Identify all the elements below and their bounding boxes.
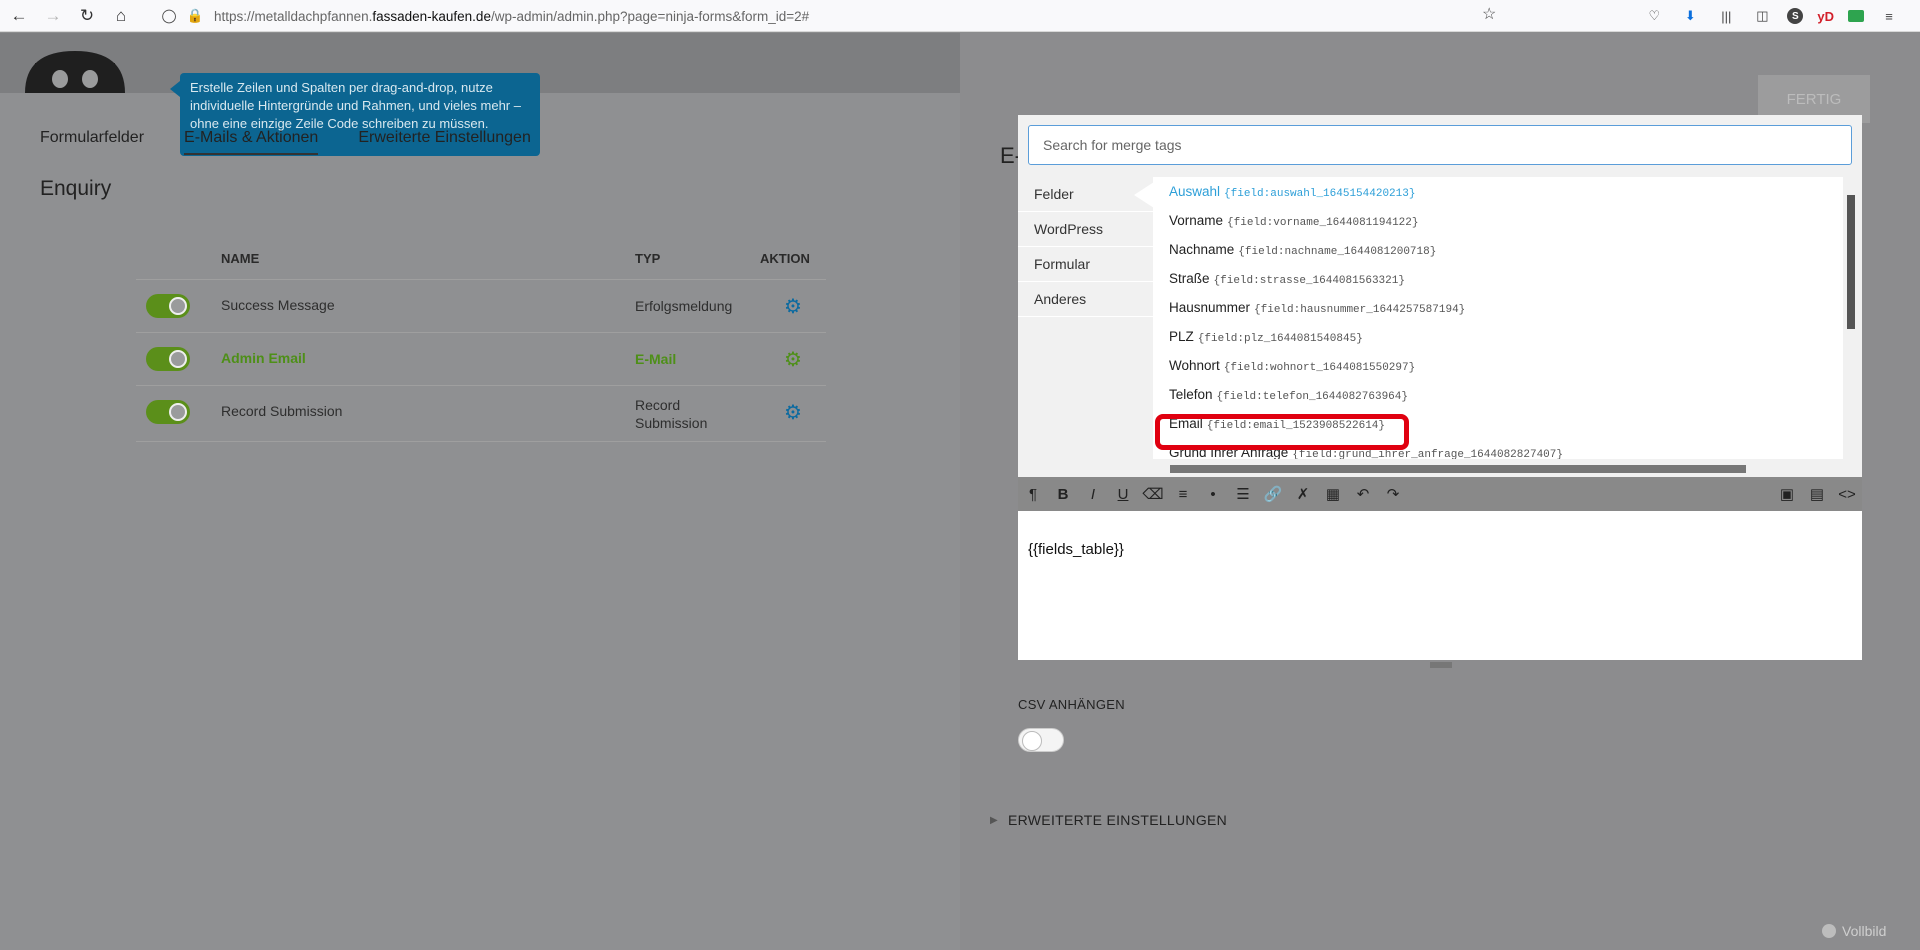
email-message-editor[interactable]: {{fields_table}} bbox=[1018, 511, 1862, 660]
category-felder[interactable]: Felder bbox=[1018, 177, 1154, 212]
action-type: Record Submission bbox=[635, 397, 708, 431]
form-tabs: Formularfelder E-Mails & Aktionen Erweit… bbox=[40, 129, 531, 155]
browser-toolbar: ← → ↻ ⌂ ◯ 🔒 https://metalldachpfannen.fa… bbox=[0, 0, 1920, 32]
back-icon[interactable]: ← bbox=[4, 1, 34, 31]
shield-icon[interactable]: ◯ bbox=[158, 8, 180, 24]
fullscreen-button[interactable]: Vollbild bbox=[1822, 923, 1886, 939]
italic-icon[interactable]: I bbox=[1078, 480, 1108, 508]
align-icon[interactable]: ☰ bbox=[1228, 480, 1258, 508]
action-active-toggle[interactable] bbox=[146, 400, 190, 424]
menu-icon[interactable]: ≡ bbox=[1878, 5, 1900, 27]
editor-toolbar: ¶ B I U ⌫ ≡ • ☰ 🔗 ✗ ▦ ↶ ↷ ▣ ▤ <> bbox=[1018, 477, 1862, 511]
merge-tag-item[interactable]: Nachname {field:nachname_1644081200718} bbox=[1153, 235, 1843, 264]
form-title: Enquiry bbox=[40, 177, 112, 200]
form-builder-main: Erstelle Zeilen und Spalten per drag-and… bbox=[0, 33, 960, 950]
header-typ: TYP bbox=[635, 251, 661, 266]
merge-tag-item[interactable]: Auswahl {field:auswahl_1645154420213} bbox=[1153, 177, 1843, 206]
gear-icon[interactable]: ⚙ bbox=[784, 294, 802, 319]
merge-tags-popup: Search for merge tags Felder WordPress F… bbox=[1018, 115, 1862, 477]
library-icon[interactable]: ||| bbox=[1715, 5, 1737, 27]
action-name[interactable]: Admin Email bbox=[221, 350, 306, 366]
csv-attach-label: CSV ANHÄNGEN bbox=[1018, 697, 1125, 712]
address-bar[interactable]: ◯ 🔒 https://metalldachpfannen.fassaden-k… bbox=[158, 3, 1508, 29]
email-tag-highlight bbox=[1155, 414, 1409, 450]
sidebar-icon[interactable]: ◫ bbox=[1751, 5, 1773, 27]
merge-list-vertical-scrollbar[interactable] bbox=[1847, 195, 1855, 329]
bookmark-star-icon[interactable]: ☆ bbox=[1482, 4, 1496, 24]
bold-icon[interactable]: B bbox=[1048, 480, 1078, 508]
actions-table: NAME TYP AKTION Success Message Erfolgsm… bbox=[136, 238, 826, 442]
advanced-settings-toggle[interactable]: ▶ ERWEITERTE EINSTELLUNGEN bbox=[990, 812, 1227, 828]
header-aktion: AKTION bbox=[760, 251, 810, 266]
caret-right-icon: ▶ bbox=[990, 814, 998, 826]
merge-tag-item[interactable]: Straße {field:strasse_1644081563321} bbox=[1153, 264, 1843, 293]
tab-emails-aktionen[interactable]: E-Mails & Aktionen bbox=[184, 129, 319, 155]
category-formular[interactable]: Formular bbox=[1018, 247, 1153, 282]
ordered-list-icon[interactable]: ≡ bbox=[1168, 480, 1198, 508]
unordered-list-icon[interactable]: • bbox=[1198, 480, 1228, 508]
media-icon[interactable]: ▣ bbox=[1772, 480, 1802, 508]
download-icon[interactable]: ⬇ bbox=[1679, 5, 1701, 27]
underline-icon[interactable]: U bbox=[1108, 480, 1138, 508]
tab-erweiterte-einstellungen[interactable]: Erweiterte Einstellungen bbox=[358, 129, 531, 155]
link-icon[interactable]: 🔗 bbox=[1258, 480, 1288, 508]
merge-list-horizontal-scrollbar[interactable] bbox=[1170, 465, 1746, 473]
unlink-icon[interactable]: ✗ bbox=[1288, 480, 1318, 508]
paragraph-icon[interactable]: ¶ bbox=[1018, 480, 1048, 508]
action-active-toggle[interactable] bbox=[146, 347, 190, 371]
eraser-icon[interactable]: ⌫ bbox=[1138, 480, 1168, 508]
action-name[interactable]: Success Message bbox=[221, 297, 335, 313]
advanced-settings-label: ERWEITERTE EINSTELLUNGEN bbox=[1008, 812, 1228, 828]
reload-icon[interactable]: ↻ bbox=[72, 1, 102, 31]
header-name: NAME bbox=[221, 251, 260, 266]
merge-tags-icon[interactable]: ▤ bbox=[1802, 480, 1832, 508]
action-type: Erfolgsmeldung bbox=[635, 298, 733, 314]
green-extension-icon[interactable] bbox=[1848, 10, 1864, 22]
action-name[interactable]: Record Submission bbox=[221, 403, 342, 419]
merge-tag-search-input[interactable]: Search for merge tags bbox=[1028, 125, 1852, 165]
merge-tag-item[interactable]: PLZ {field:plz_1644081540845} bbox=[1153, 322, 1843, 351]
fullscreen-icon bbox=[1822, 924, 1836, 938]
home-icon[interactable]: ⌂ bbox=[106, 1, 136, 31]
code-icon[interactable]: <> bbox=[1832, 480, 1862, 508]
category-wordpress[interactable]: WordPress bbox=[1018, 212, 1153, 247]
action-type: E-Mail bbox=[635, 351, 677, 367]
yd-extension-icon[interactable]: yD bbox=[1817, 9, 1834, 24]
merge-tag-item[interactable]: Telefon {field:telefon_1644082763964} bbox=[1153, 380, 1843, 409]
gear-icon[interactable]: ⚙ bbox=[784, 347, 802, 372]
csv-attach-toggle[interactable] bbox=[1018, 728, 1064, 752]
merge-tag-categories: Felder WordPress Formular Anderes bbox=[1018, 177, 1154, 317]
table-row[interactable]: Admin Email E-Mail ⚙ bbox=[136, 333, 826, 386]
gear-icon[interactable]: ⚙ bbox=[784, 400, 802, 425]
lock-icon[interactable]: 🔒 bbox=[184, 8, 206, 24]
extension-avatar-icon[interactable]: S bbox=[1787, 8, 1804, 24]
url-text[interactable]: https://metalldachpfannen.fassaden-kaufe… bbox=[214, 9, 809, 24]
merge-tag-item[interactable]: Vorname {field:vorname_1644081194122} bbox=[1153, 206, 1843, 235]
table-header: NAME TYP AKTION bbox=[136, 238, 826, 280]
category-anderes[interactable]: Anderes bbox=[1018, 282, 1153, 317]
table-row[interactable]: Record Submission Record Submission ⚙ bbox=[136, 386, 826, 442]
ninja-logo-icon bbox=[25, 51, 125, 93]
tab-formularfelder[interactable]: Formularfelder bbox=[40, 129, 144, 155]
merge-tag-item[interactable]: Wohnort {field:wohnort_1644081550297} bbox=[1153, 351, 1843, 380]
redo-icon[interactable]: ↷ bbox=[1378, 480, 1408, 508]
forward-icon[interactable]: → bbox=[38, 1, 68, 31]
merge-tag-item[interactable]: Hausnummer {field:hausnummer_164425758719… bbox=[1153, 293, 1843, 322]
table-row[interactable]: Success Message Erfolgsmeldung ⚙ bbox=[136, 280, 826, 333]
action-active-toggle[interactable] bbox=[146, 294, 190, 318]
editor-resize-handle[interactable] bbox=[1430, 662, 1452, 668]
table-icon[interactable]: ▦ bbox=[1318, 480, 1348, 508]
pocket-icon[interactable]: ♡ bbox=[1643, 5, 1665, 27]
fullscreen-label: Vollbild bbox=[1842, 923, 1887, 939]
undo-icon[interactable]: ↶ bbox=[1348, 480, 1378, 508]
